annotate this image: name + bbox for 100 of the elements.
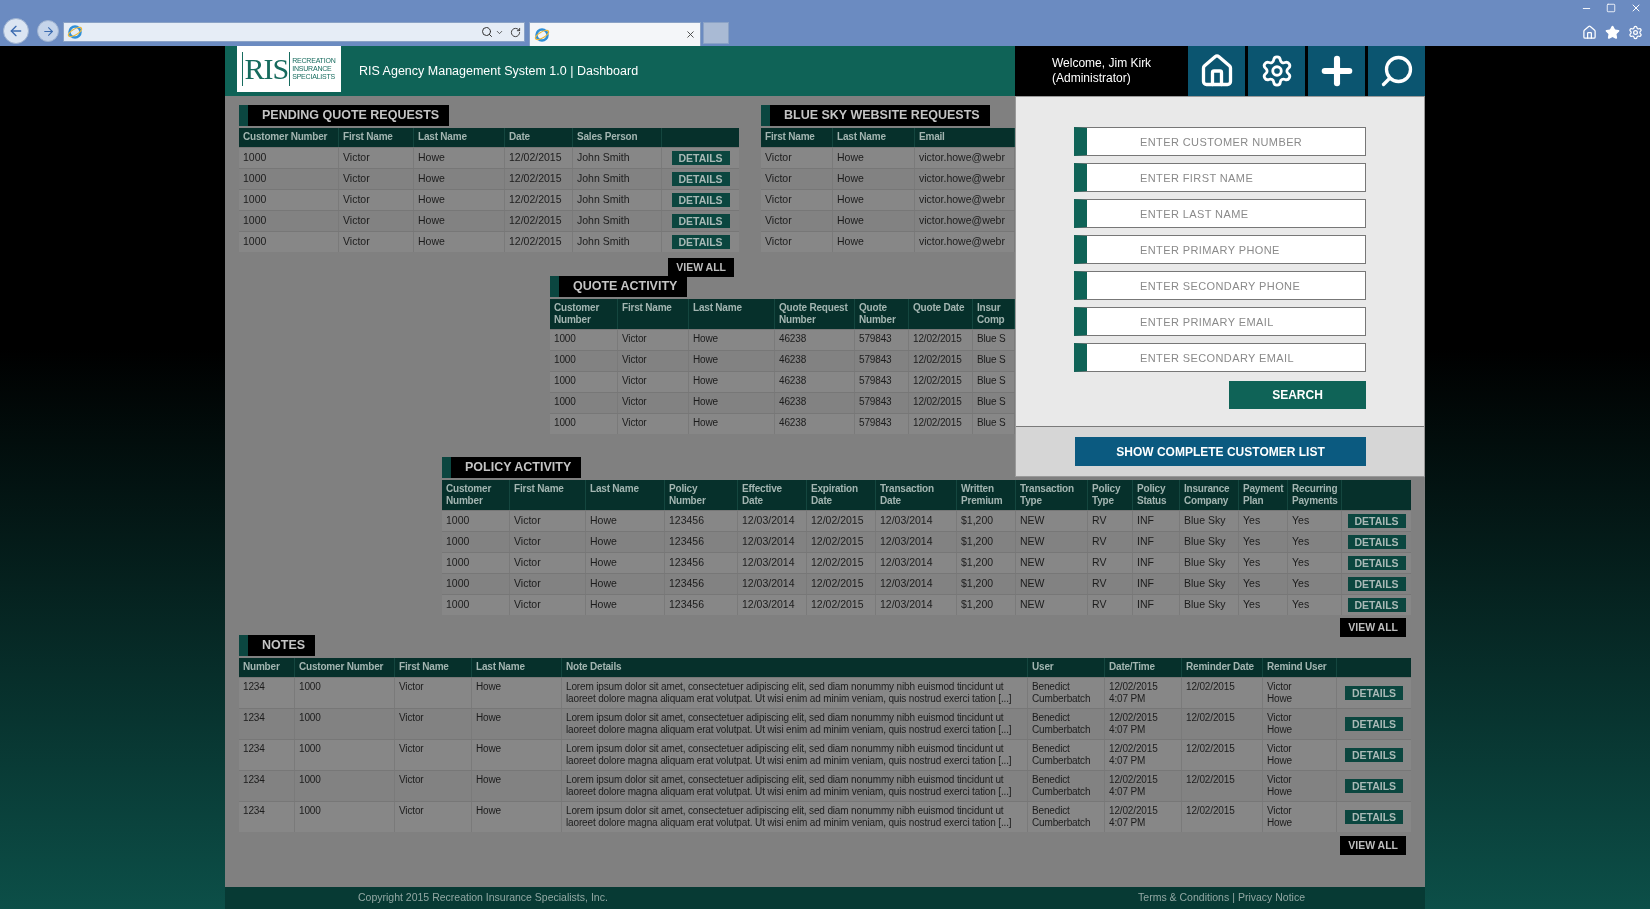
table-cell-text: victor.howe@webr bbox=[919, 193, 1006, 205]
table-cell-text: 1000 bbox=[446, 598, 471, 610]
table-cell-text: Yes bbox=[1243, 556, 1262, 568]
column-header: Last Name bbox=[837, 131, 887, 143]
terms-link[interactable]: Terms & Conditions bbox=[1138, 890, 1230, 906]
table-cell-text: Victor bbox=[399, 712, 425, 724]
close-icon[interactable] bbox=[685, 29, 696, 40]
column-header: Quote Number bbox=[859, 302, 897, 326]
input-field[interactable]: ENTER LAST NAME bbox=[1074, 199, 1366, 228]
column-header: Customer Number bbox=[299, 661, 385, 673]
details-button[interactable]: DETAILS bbox=[1345, 686, 1403, 700]
details-button[interactable]: DETAILS bbox=[1347, 556, 1406, 570]
table-cell-text: Howe bbox=[418, 151, 446, 163]
details-button[interactable]: DETAILS bbox=[1345, 810, 1403, 824]
settings-button[interactable] bbox=[1248, 46, 1305, 96]
column-header: Last Name bbox=[476, 661, 526, 673]
table-cell-text: Yes bbox=[1292, 598, 1311, 610]
details-button[interactable]: DETAILS bbox=[671, 172, 730, 186]
table-cell-text: 12/02/2015 bbox=[913, 354, 963, 366]
view-all-button[interactable]: VIEW ALL bbox=[1340, 618, 1406, 637]
table-cell-text: Howe bbox=[693, 375, 719, 387]
input-field[interactable]: ENTER PRIMARY PHONE bbox=[1074, 235, 1366, 264]
details-button[interactable]: DETAILS bbox=[1347, 535, 1406, 549]
table-cell-text: 12/03/2014 bbox=[880, 598, 934, 610]
table-cell-text: Howe bbox=[590, 514, 618, 526]
details-button[interactable]: DETAILS bbox=[1347, 514, 1406, 528]
add-button[interactable] bbox=[1308, 46, 1365, 96]
table-cell-text: 12/02/2015 bbox=[913, 333, 963, 345]
input-field[interactable]: ENTER FIRST NAME bbox=[1074, 163, 1366, 192]
table-cell-text: 12/02/2015 bbox=[1186, 743, 1236, 755]
table-cell-text: Howe bbox=[590, 556, 618, 568]
input-field[interactable]: ENTER SECONDARY EMAIL bbox=[1074, 343, 1366, 372]
input-field[interactable]: ENTER SECONDARY PHONE bbox=[1074, 271, 1366, 300]
column-header: Expiration Date bbox=[811, 483, 859, 507]
table-cell-text: Victor bbox=[622, 375, 648, 387]
table-cell-text: Victor bbox=[514, 514, 542, 526]
details-button[interactable]: DETAILS bbox=[1345, 779, 1403, 793]
details-button[interactable]: DETAILS bbox=[1345, 717, 1403, 731]
table-cell-text: Victor bbox=[399, 774, 425, 786]
table-cell-text: 1234 bbox=[243, 743, 266, 755]
table-cell-text: 46238 bbox=[779, 333, 808, 345]
details-button[interactable]: DETAILS bbox=[1347, 577, 1406, 591]
table-cell-text: Lorem ipsum dolor sit amet, consectetuer adipiscing elit, sed diam nonummy nibh euismod tincidunt ut laoreet dolore magna aliquam erat volutpat. Ut wisi enim ad minim veniam, quis nostrud exerci tation [...] bbox=[566, 805, 1013, 829]
table-cell-text: 12/02/2015 bbox=[913, 417, 963, 429]
column-header: Number bbox=[243, 661, 281, 673]
details-button[interactable]: DETAILS bbox=[671, 214, 730, 228]
input-field[interactable]: ENTER PRIMARY EMAIL bbox=[1074, 307, 1366, 336]
section-title: QUOTE ACTIVITY bbox=[550, 276, 688, 297]
details-button[interactable]: DETAILS bbox=[671, 193, 730, 207]
table-cell-text: INF bbox=[1137, 598, 1155, 610]
table-cell-text: John Smith bbox=[577, 214, 631, 226]
settings-icon[interactable] bbox=[1628, 25, 1643, 40]
table-cell-text: Lorem ipsum dolor sit amet, consectetuer adipiscing elit, sed diam nonummy nibh euismod tincidunt ut laoreet dolore magna aliquam erat volutpat. Ut wisi enim ad minim veniam, quis nostrud exerci tation [...] bbox=[566, 712, 1013, 736]
table-cell-text: Victor bbox=[765, 193, 793, 205]
table-cell-text: 1000 bbox=[446, 535, 471, 547]
browser-icon bbox=[67, 24, 83, 40]
details-button[interactable]: DETAILS bbox=[671, 151, 730, 165]
table-cell-text: 1000 bbox=[446, 514, 471, 526]
table-cell-text: 12/03/2014 bbox=[742, 556, 796, 568]
table-cell-text: 12/02/2015 bbox=[811, 598, 865, 610]
close-icon[interactable] bbox=[1630, 2, 1642, 14]
table-cell-text: Benedict Cumberbatch bbox=[1032, 681, 1092, 705]
table-cell-text: 12/02/2015 bbox=[1186, 681, 1236, 693]
table-cell-text: Victor bbox=[399, 805, 425, 817]
details-button[interactable]: DETAILS bbox=[671, 235, 730, 249]
search-button[interactable] bbox=[1368, 46, 1425, 96]
search-icon[interactable] bbox=[481, 26, 493, 38]
column-header: Written Premium bbox=[961, 483, 1004, 507]
details-button[interactable]: DETAILS bbox=[1345, 748, 1403, 762]
table-cell-text: John Smith bbox=[577, 193, 631, 205]
view-all-button[interactable]: VIEW ALL bbox=[668, 258, 734, 277]
search-button[interactable]: SEARCH bbox=[1229, 381, 1366, 409]
table-cell-text: 1000 bbox=[554, 396, 577, 408]
home-button[interactable] bbox=[1188, 46, 1245, 96]
table-cell-text: INF bbox=[1137, 514, 1155, 526]
section-title: POLICY ACTIVITY bbox=[442, 457, 582, 478]
table-cell-text: 1000 bbox=[446, 556, 471, 568]
maximize-icon[interactable] bbox=[1606, 3, 1616, 13]
home-icon[interactable] bbox=[1582, 25, 1597, 40]
column-header: Note Details bbox=[566, 661, 623, 673]
table-cell-text: 1000 bbox=[243, 193, 268, 205]
table-cell-text: Howe bbox=[693, 354, 719, 366]
column-header: Customer Number bbox=[243, 131, 329, 143]
table-cell-text: John Smith bbox=[577, 235, 631, 247]
back-button[interactable] bbox=[3, 18, 29, 44]
table-cell-text: 579843 bbox=[859, 396, 893, 408]
details-button[interactable]: DETAILS bbox=[1347, 598, 1406, 612]
table-cell-text: Howe bbox=[418, 172, 446, 184]
table-cell-text: Blue Sky bbox=[1184, 556, 1227, 568]
refresh-icon[interactable] bbox=[510, 26, 521, 38]
privacy-link[interactable]: Privacy Notice bbox=[1237, 890, 1305, 906]
input-field[interactable]: ENTER CUSTOMER NUMBER bbox=[1074, 127, 1366, 156]
customer-list-button[interactable]: SHOW COMPLETE CUSTOMER LIST bbox=[1075, 437, 1366, 466]
table-cell-text: Howe bbox=[476, 712, 502, 724]
table-cell-text: John Smith bbox=[577, 172, 631, 184]
star-icon[interactable] bbox=[1605, 25, 1620, 40]
table-cell-text: 12/02/2015 bbox=[811, 577, 865, 589]
view-all-button[interactable]: VIEW ALL bbox=[1340, 836, 1406, 855]
forward-button[interactable] bbox=[37, 20, 59, 42]
section-title: BLUE SKY WEBSITE REQUESTS bbox=[761, 105, 990, 126]
